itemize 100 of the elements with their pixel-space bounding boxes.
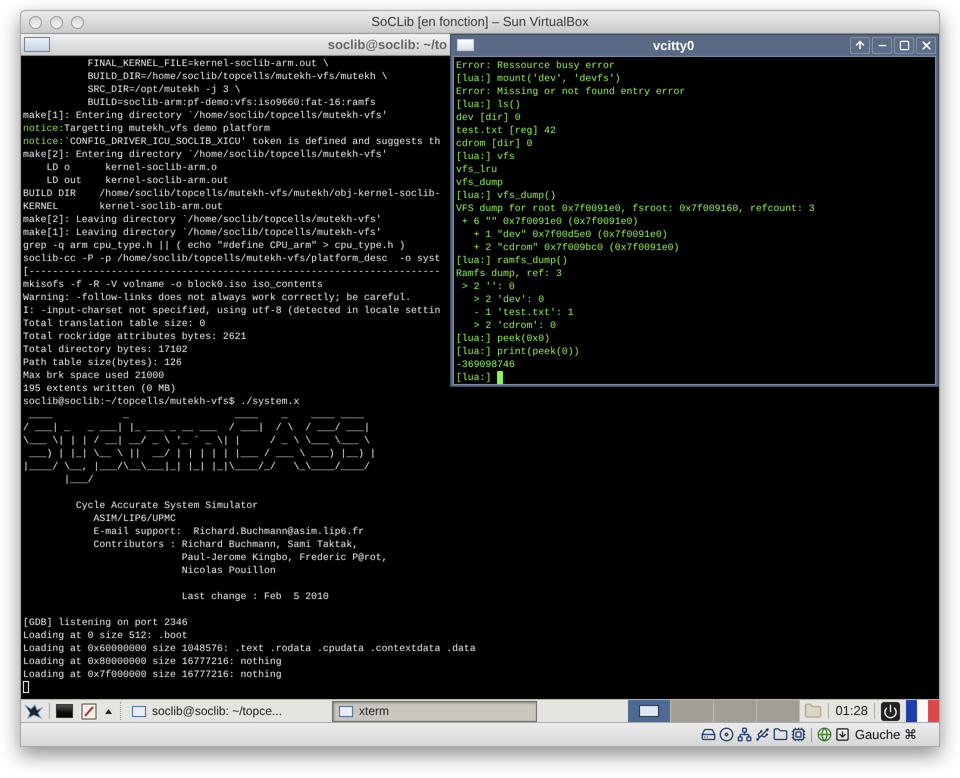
terminal-line: make[1]: Entering directory `/home/soclib/topcells/mutekh-vfs'	[23, 108, 388, 122]
terminal-line: [GDB] listening on port 2346	[23, 616, 188, 629]
disc-icon[interactable]	[718, 727, 734, 742]
terminal-line: Loading at 0 size 512: .boot	[23, 628, 188, 642]
terminal-line: LD o kernel-soclib-arm.o	[46, 160, 218, 174]
terminal-line: Cycle Accurate System Simulator	[74, 498, 258, 512]
desktop-pager-cell[interactable]	[628, 700, 672, 723]
terminal-line: I: -input-charset not specified, using utf-8 (detected in locale settin	[23, 304, 440, 317]
terminal-line: LD out kernel-soclib-arm.out	[46, 174, 229, 187]
terminal-line: ____ _ ____ _ ____ ____	[28, 408, 364, 421]
terminal-line: [lua:] vfs_dump()	[456, 188, 556, 202]
terminal-line: [lua:] ls()	[456, 98, 521, 111]
raise-button[interactable]	[850, 36, 870, 54]
terminal-icon[interactable]	[56, 704, 73, 718]
maximize-icon	[898, 40, 910, 51]
power-icon[interactable]	[881, 702, 900, 721]
terminal-line: Max brk space used 21000	[23, 368, 164, 382]
window-icon	[24, 36, 50, 52]
terminal-line: vfs_lru	[456, 162, 498, 176]
close-button[interactable]	[916, 36, 936, 54]
host-key-label: Gauche ⌘	[854, 726, 917, 744]
terminal-line: cdrom [dir] 0	[456, 136, 532, 150]
terminal-line: Total rockridge attributes bytes: 2621	[23, 330, 246, 343]
terminal-line: test.txt [reg] 42	[456, 124, 556, 137]
notepad-icon[interactable]	[81, 702, 97, 720]
close-icon	[920, 38, 932, 52]
terminal-line: KERNEL kernel-soclib-arm.out	[23, 200, 223, 213]
terminal-line: ___) | |_| \__ \ || __/ | | | | | |___ / ___ \ ___) |__) |	[28, 446, 376, 460]
terminal-line: soclib@soclib:~/topcells/mutekh-vfs$ ./system.x	[23, 394, 300, 408]
terminal-line: Loading at 0x80000000 size 16777216: nothing	[23, 654, 282, 668]
terminal-line: make[1]: Leaving directory `/home/soclib/topcells/mutekh-vfs'	[23, 226, 382, 239]
terminal-line: + 6 "" 0x7f0091e0 (0x7f0091e0)	[460, 214, 638, 228]
window-icon	[457, 39, 474, 52]
text-cursor	[23, 681, 29, 694]
terminal-line: Error: Ressource busy error	[456, 58, 615, 72]
terminal-line: |___/	[63, 472, 94, 486]
terminal-line: > 2 'cdrom': 0	[472, 318, 556, 332]
terminal-line: -369098746	[456, 358, 515, 371]
terminal-line: [lua:] ramfs_dump()	[456, 254, 568, 267]
terminal-line: E-mail support: Richard.Buchmann@asim.lip6.fr	[92, 524, 364, 538]
terminal-line: |____/ \__, |___/\__\___|_| |_| |_|\____/_/ \_\____/____/	[23, 460, 370, 473]
terminal-line: BUILD=soclib-arm:pf-demo:vfs:iso9660:fat-16:ramfs	[86, 96, 376, 109]
window-title: SoCLib [en fonction] – Sun VirtualBox	[371, 13, 589, 32]
network-icon[interactable]	[736, 727, 752, 742]
terminal-line: VFS dump for root 0x7f0091e0, fsroot: 0x7f009160, refcount: 3	[456, 202, 815, 215]
terminal-line: Warning: -follow-links does not always work correctly; be careful.	[23, 290, 412, 304]
terminal-line: [lua:] print(peek(0))	[456, 344, 580, 358]
clock: 01:28	[835, 702, 868, 720]
taskbar-button[interactable]: soclib@soclib: ~/topce...	[125, 700, 330, 722]
taskbar-button[interactable]: xterm	[332, 700, 537, 722]
text-cursor	[497, 370, 504, 384]
terminal-line: Total translation table size: 0	[23, 316, 206, 330]
desktop-pager-cell[interactable]	[671, 700, 714, 723]
terminal-line: / ___| _ _ ___| |_ ___ _ __ ___ / ___| / \ / ___/ ___|	[23, 420, 370, 434]
window-icon	[339, 706, 353, 717]
arrow-down-icon[interactable]	[834, 727, 850, 742]
terminal-line: [lua:] vfs	[456, 150, 515, 163]
window-title: soclib@soclib: ~/to	[328, 36, 447, 54]
terminal-line: Error: Missing or not found entry error	[456, 84, 686, 98]
arrow-up-icon	[854, 39, 866, 52]
folder-icon[interactable]	[772, 727, 788, 742]
terminal-line: Paul-Jerome Kingbo, Frederic P@rot,	[180, 550, 388, 564]
terminal-line: > 2 'dev': 0	[472, 292, 544, 306]
terminal-line: > 2 '': 0	[460, 280, 515, 293]
flag-icon[interactable]	[906, 700, 939, 722]
globe-icon[interactable]	[816, 727, 832, 742]
terminal-line: Ramfs dump, ref: 3	[456, 266, 562, 280]
chip-icon[interactable]	[790, 727, 806, 742]
terminal-line: ASIM/LIP6/UPMC	[92, 512, 176, 525]
minimize-button[interactable]	[872, 36, 892, 54]
desktop-pager-cell[interactable]	[757, 700, 800, 723]
start-menu-icon[interactable]	[23, 702, 43, 720]
terminal-line: Total directory bytes: 17102	[23, 342, 188, 356]
terminal-line: [----------------------------------------------------------------------	[23, 264, 440, 278]
terminal-line: vfs_dump	[456, 176, 504, 189]
terminal-line: [lua:] mount('dev', 'devfs')	[456, 72, 621, 85]
terminal-line: Contributors : Richard Buchmann, Sami Taktak,	[92, 538, 358, 551]
window-icon	[132, 706, 146, 717]
terminal-line: SRC_DIR=/opt/mutekh -j 3 \	[86, 82, 241, 96]
terminal-line: Last change : Feb 5 2010	[180, 590, 329, 603]
terminal-line: notice:Targetting mutekh_vfs demo platform	[23, 122, 270, 135]
terminal-line: Loading at 0x7f000000 size 16777216: nothing	[23, 668, 282, 681]
terminal-line: Nicolas Pouillon	[180, 564, 276, 577]
terminal-line: mkisofs -f -R -V volname -o block0.iso iso_contents	[23, 278, 323, 291]
terminal-line: Path table size(bytes): 126	[23, 356, 182, 369]
terminal-line: Loading at 0x60000000 size 1048576: .text .rodata .cpudata .contextdata .data	[23, 642, 476, 655]
usb-icon[interactable]	[754, 727, 770, 742]
maximize-button[interactable]	[894, 36, 914, 54]
desktop-pager-cell[interactable]	[714, 700, 758, 723]
terminal-line: [lua:]	[456, 370, 492, 384]
terminal-line: make[2]: Entering directory `/home/soclib/topcells/mutekh-vfs'	[23, 148, 388, 161]
terminal-line: soclib-cc -P -p /home/soclib/topcells/mutekh-vfs/platform_desc -o syst	[23, 252, 440, 265]
window-title: vcitty0	[653, 36, 694, 55]
terminal-line: notice:`CONFIG_DRIVER_ICU_SOCLIB_XICU' token is defined and suggests th	[23, 134, 440, 148]
terminal-line: grep -q arm cpu_type.h || ( echo "#define CPU_arm" > cpu_type.h )	[23, 238, 406, 252]
terminal-line: BUILD DIR /home/soclib/topcells/mutekh-vfs/mutekh/obj-kernel-soclib-	[23, 186, 440, 200]
terminal-line: FINAL_KERNEL_FILE=kernel-soclib-arm.out \	[86, 56, 329, 70]
triangle-icon[interactable]	[105, 708, 112, 714]
terminal-line: \___ \| | | / __| __/ _ \ '_ ` _ \| | / _ \ \___ \___ \	[23, 434, 370, 447]
terminal-line: + 1 "dev" 0x7f00d5e0 (0x7f0091e0)	[472, 228, 668, 241]
